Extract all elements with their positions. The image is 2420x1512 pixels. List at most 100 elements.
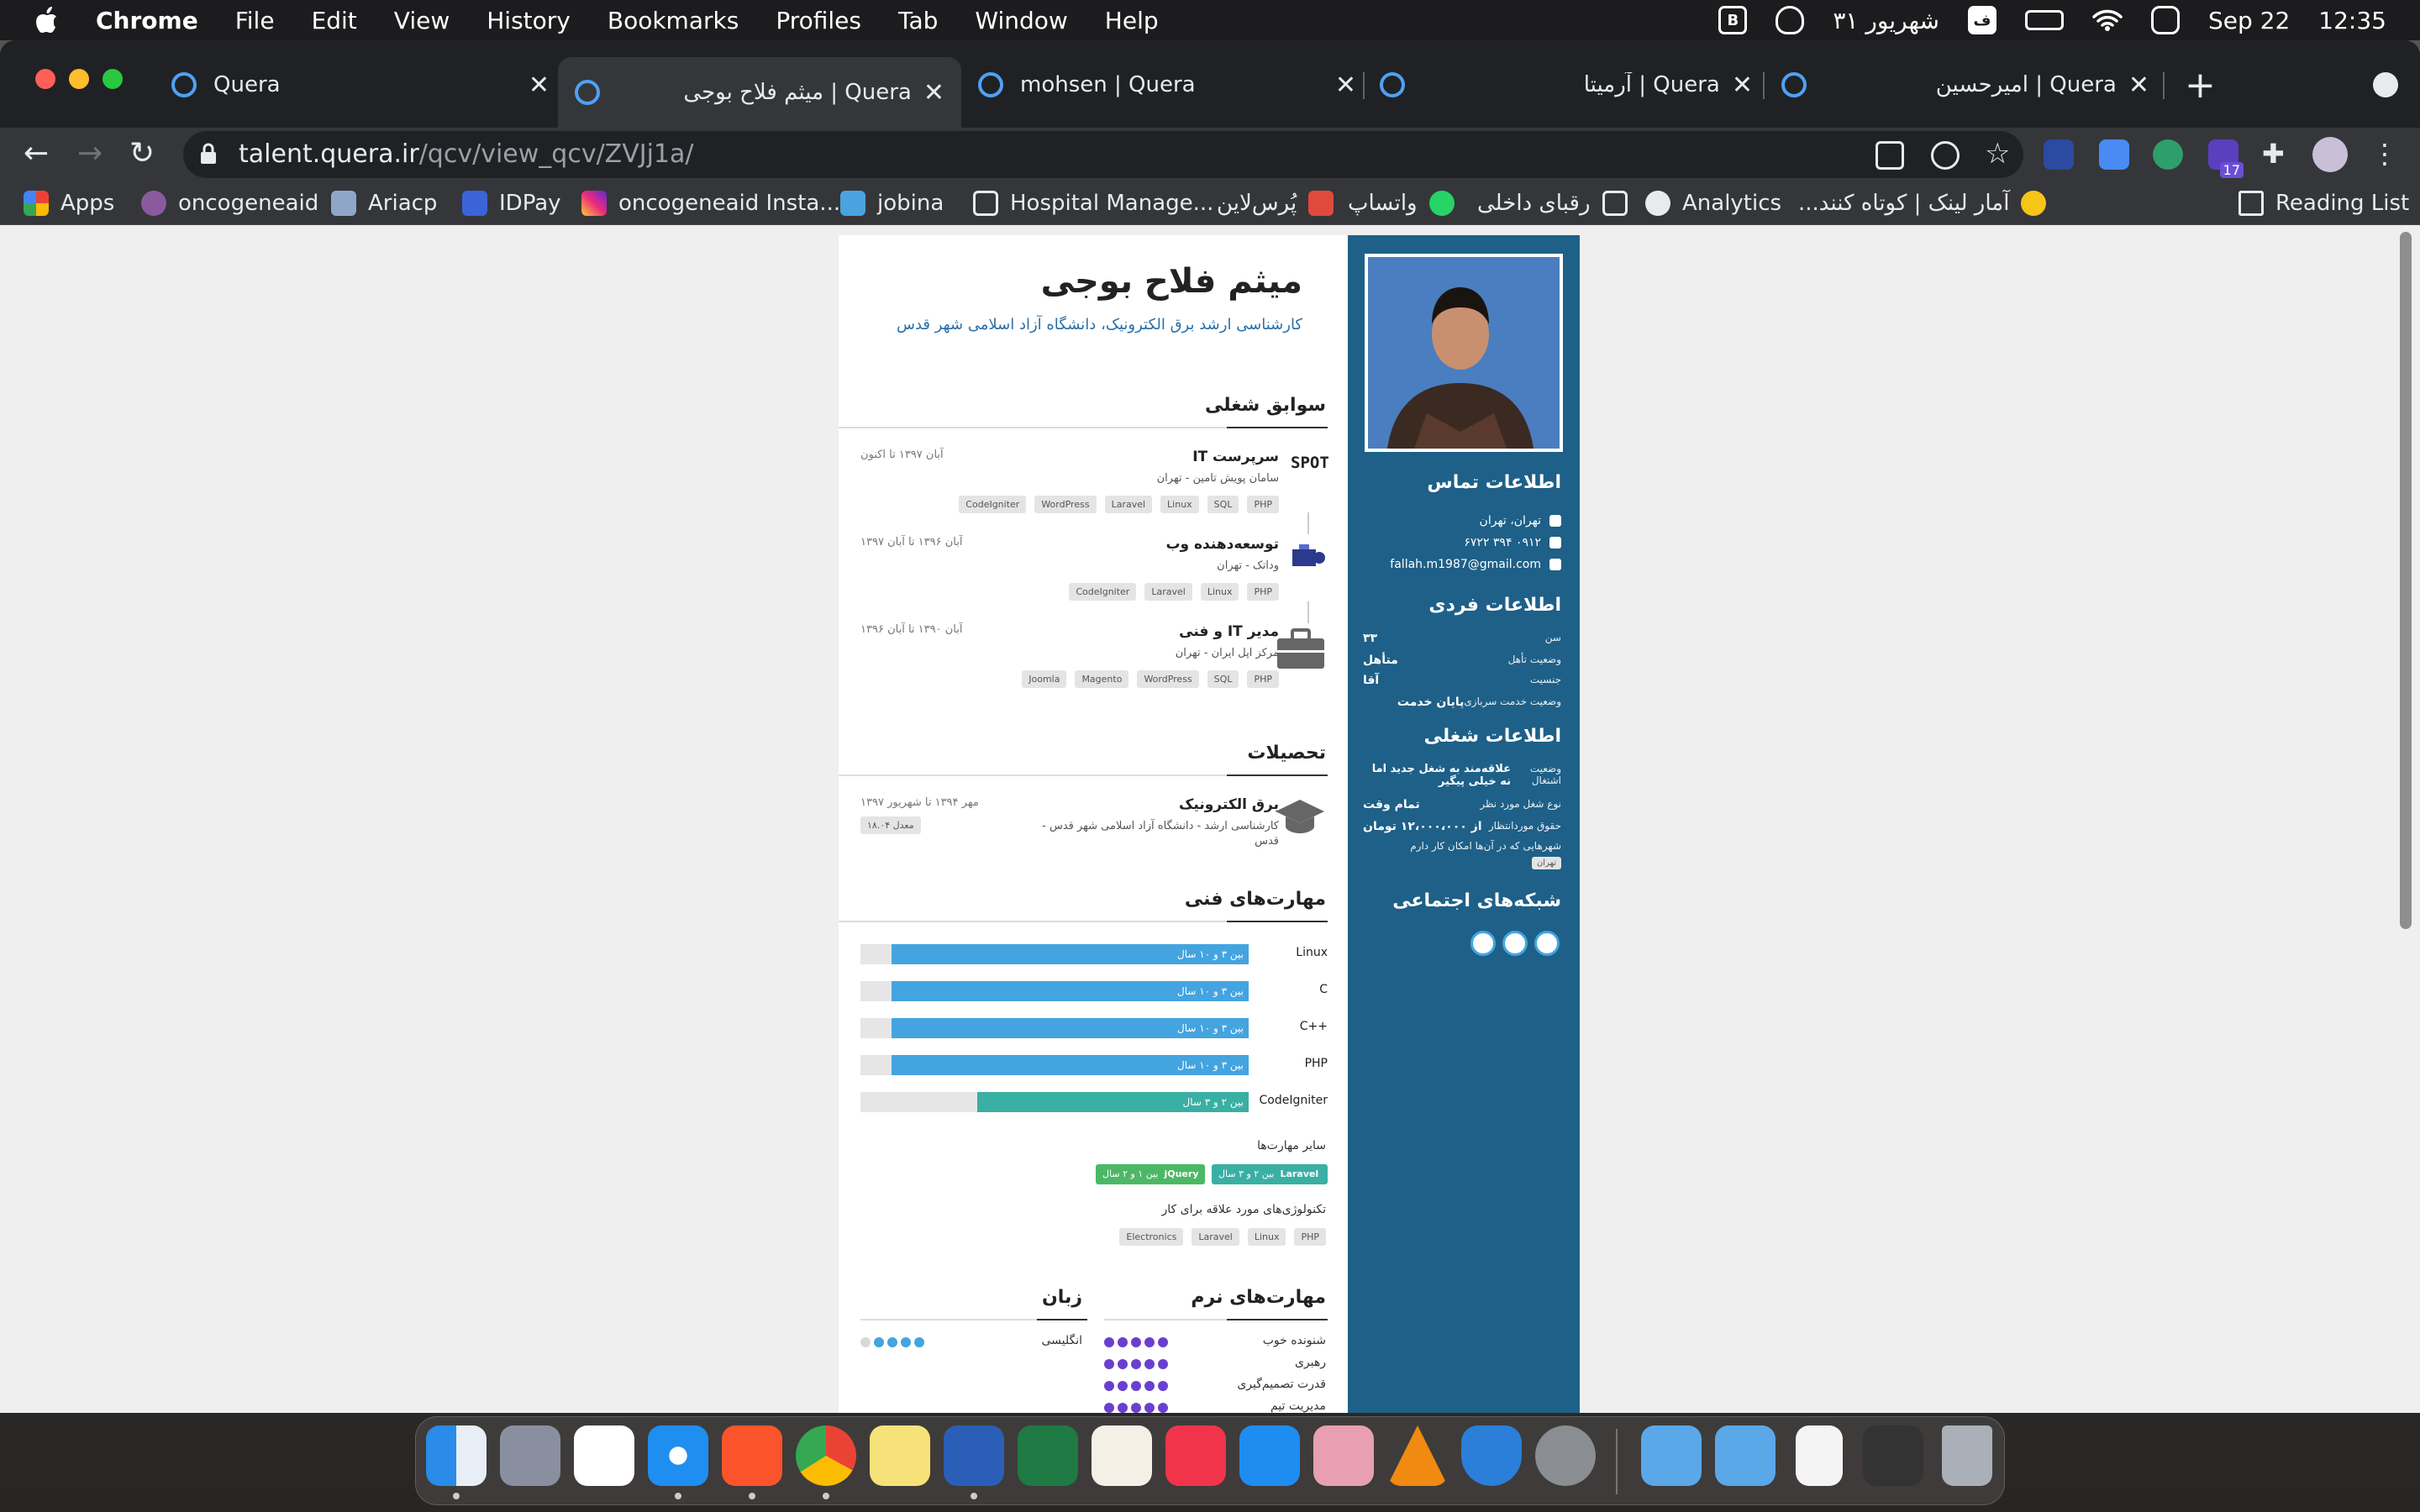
close-tab-icon[interactable]: ✕ — [2128, 71, 2149, 100]
tech-tag: SQL — [1207, 670, 1239, 688]
extensions-puzzle-icon[interactable]: ✚ — [2262, 139, 2292, 170]
notes-icon[interactable] — [870, 1425, 930, 1486]
bookmark-instagram[interactable]: oncogeneaid Insta... — [581, 188, 840, 218]
bookmark-porslane[interactable]: پُرس‌لاین — [1217, 188, 1334, 218]
vpn-shield-icon[interactable] — [1461, 1425, 1522, 1486]
bookmark-jobina[interactable]: jobina — [840, 188, 944, 218]
twitter-icon[interactable] — [1470, 931, 1496, 956]
shield-status-icon[interactable] — [1776, 6, 1805, 34]
keyboard-input-icon[interactable]: ف — [1967, 6, 1996, 34]
info-value: علاقه‌مند به شغل جدید اما نه خیلی پیگیر — [1371, 763, 1511, 788]
extension-icon[interactable] — [2153, 139, 2183, 170]
extension-badge-icon[interactable]: 17 — [2208, 139, 2244, 178]
bookmark-ariacp[interactable]: Ariacp — [331, 188, 437, 218]
tab-amirhossein[interactable]: Quera | امیرحسین ✕ — [1781, 57, 2149, 113]
menu-bookmarks[interactable]: Bookmarks — [608, 7, 739, 34]
timeline-connector — [1307, 512, 1309, 534]
translate-icon[interactable] — [1876, 141, 1904, 170]
app-store-icon[interactable] — [1239, 1425, 1300, 1486]
bookmark-competitors[interactable]: رقبای داخلی — [1477, 188, 1628, 218]
folder-icon[interactable] — [1641, 1425, 1702, 1486]
minimize-window-button[interactable] — [69, 69, 89, 89]
finder-icon[interactable] — [426, 1425, 487, 1486]
menu-view[interactable]: View — [394, 7, 450, 34]
reload-icon[interactable]: ↻ — [129, 136, 155, 171]
bookmark-link-stats[interactable]: آمار لینک | کوتاه کنند... — [1798, 188, 2047, 218]
linkedin-icon[interactable] — [1502, 931, 1528, 956]
candidate-degree: کارشناسی ارشد برق الکترونیک، دانشگاه آزا… — [896, 316, 1302, 333]
tab-armita[interactable]: Quera | آرمیتا ✕ — [1380, 57, 1753, 113]
languages-heading: زبان — [1042, 1287, 1082, 1308]
control-center-icon[interactable] — [2150, 6, 2180, 34]
chrome-menu-icon[interactable]: ⋮ — [2371, 139, 2402, 170]
bookmark-apps[interactable]: Apps — [24, 188, 114, 218]
bookmark-hospital[interactable]: Hospital Manage... — [973, 188, 1213, 218]
zoom-window-button[interactable] — [103, 69, 123, 89]
excel-icon[interactable] — [1018, 1425, 1078, 1486]
phone-text[interactable]: ۰۹۱۲ ۳۹۴ ۶۷۲۲ — [1464, 536, 1541, 549]
wifi-icon[interactable] — [2092, 8, 2123, 32]
menubar-time[interactable]: 12:35 — [2318, 7, 2386, 34]
tech-tag: Joomla — [1022, 670, 1067, 688]
email-link[interactable]: fallah.m1987@gmail.com — [1390, 558, 1541, 571]
url-text[interactable]: talent.quera.ir/qcv/view_qcv/ZVJj1a/ — [239, 139, 694, 169]
tab-meysam-active[interactable]: Quera | میثم فلاح بوجی ✕ — [558, 57, 961, 128]
music-icon[interactable] — [1165, 1425, 1226, 1486]
calendar-icon[interactable] — [574, 1425, 634, 1486]
launchpad-icon[interactable] — [500, 1425, 560, 1486]
zoom-icon[interactable] — [1931, 141, 1960, 170]
close-tab-icon[interactable]: ✕ — [1335, 71, 1356, 100]
close-tab-icon[interactable]: ✕ — [923, 78, 944, 108]
menu-help[interactable]: Help — [1105, 7, 1159, 34]
menu-edit[interactable]: Edit — [312, 7, 357, 34]
close-window-button[interactable] — [35, 69, 55, 89]
instagram-icon — [581, 191, 607, 216]
menu-app-chrome[interactable]: Chrome — [96, 7, 198, 34]
rating-dot — [1118, 1337, 1128, 1347]
menu-tab[interactable]: Tab — [898, 7, 938, 34]
battery-icon[interactable] — [2024, 10, 2064, 30]
persian-date[interactable]: ۳۱ شهریور — [1833, 7, 1939, 34]
system-preferences-icon[interactable] — [1535, 1425, 1596, 1486]
new-tab-button[interactable]: + — [2185, 64, 2216, 107]
menu-profiles[interactable]: Profiles — [776, 7, 861, 34]
safari-icon[interactable] — [648, 1425, 708, 1486]
bookmark-oncogeneaid[interactable]: oncogeneaid — [141, 188, 318, 218]
bookmark-star-icon[interactable]: ☆ — [1985, 139, 2013, 170]
tab-mohsen[interactable]: mohsen | Quera ✕ — [978, 57, 1356, 113]
lock-icon[interactable] — [200, 143, 217, 165]
google-translate-extension-icon[interactable] — [2099, 139, 2129, 170]
tab-search-icon[interactable] — [2373, 72, 2398, 97]
info-value: متأهل — [1363, 654, 1398, 667]
vlc-icon[interactable] — [1387, 1425, 1448, 1486]
menubar-date[interactable]: Sep 22 — [2208, 7, 2290, 34]
trash-icon[interactable] — [1942, 1425, 1992, 1486]
pages-icon[interactable] — [1092, 1425, 1152, 1486]
menu-file[interactable]: File — [235, 7, 275, 34]
menu-window[interactable]: Window — [975, 7, 1067, 34]
tab-quera[interactable]: Quera ✕ — [171, 57, 550, 113]
reading-list-button[interactable]: Reading List — [2238, 188, 2409, 218]
close-tab-icon[interactable]: ✕ — [1732, 71, 1753, 100]
profile-avatar[interactable] — [2312, 137, 2348, 172]
status-b-icon[interactable]: B — [1718, 6, 1748, 34]
back-arrow-icon[interactable]: ← — [24, 136, 49, 171]
document-icon[interactable] — [1796, 1425, 1843, 1486]
forward-arrow-icon[interactable]: → — [77, 136, 103, 171]
brave-browser-icon[interactable] — [722, 1425, 782, 1486]
page-scrollbar[interactable] — [2400, 232, 2412, 929]
bookmark-analytics[interactable]: Analytics — [1645, 188, 1781, 218]
folder-icon[interactable] — [1715, 1425, 1776, 1486]
menu-history[interactable]: History — [487, 7, 571, 34]
bookmark-idpay[interactable]: IDPay — [462, 188, 561, 218]
apple-menu-icon[interactable] — [34, 3, 62, 37]
extension-icon[interactable] — [2044, 139, 2074, 170]
website-link-icon[interactable] — [1534, 931, 1560, 956]
address-bar[interactable]: talent.quera.ir/qcv/view_qcv/ZVJj1a/ ☆ — [183, 131, 2023, 178]
affinity-icon[interactable] — [1313, 1425, 1374, 1486]
chrome-icon[interactable] — [796, 1425, 856, 1486]
close-tab-icon[interactable]: ✕ — [529, 71, 550, 100]
bookmark-whatsapp[interactable]: واتساپ — [1348, 188, 1455, 218]
screenshot-thumbnail-icon[interactable] — [1863, 1425, 1923, 1486]
word-icon[interactable] — [944, 1425, 1004, 1486]
